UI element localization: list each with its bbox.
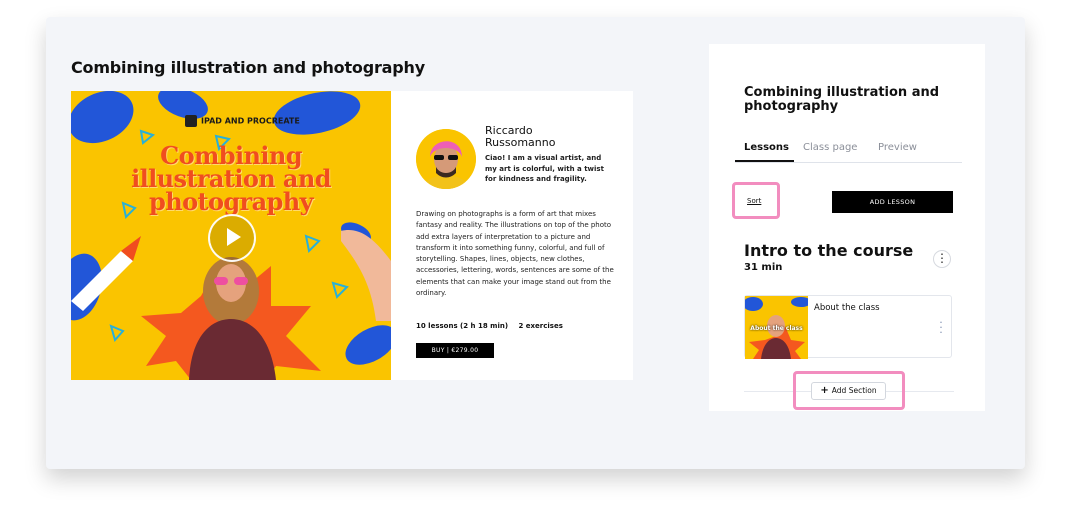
add-section-label: Add Section (831, 386, 877, 395)
page-title: Combining illustration and photography (71, 58, 425, 77)
panel-tabs: Lessons Class page Preview (735, 140, 962, 163)
more-vertical-icon[interactable]: ⋮ (933, 250, 951, 268)
lessons-panel: Combining illustration and photography L… (709, 44, 985, 411)
class-info: Riccardo Russomanno Ciao! I am a visual … (391, 91, 633, 380)
lesson-thumbnail-label: About the class (750, 325, 803, 332)
author-name: Riccardo Russomanno (485, 124, 556, 149)
add-lesson-button[interactable]: ADD LESSON (832, 191, 953, 213)
procreate-logo-icon (185, 115, 197, 127)
lesson-thumbnail: About the class (745, 296, 808, 359)
author-avatar-art (416, 129, 476, 189)
class-stats: 10 lessons (2 h 18 min) 2 exercises (416, 322, 563, 330)
plus-icon: + (820, 385, 829, 396)
class-cover-image: IPAD AND PROCREATE Combining illustratio… (71, 91, 391, 380)
cover-tag: IPAD AND PROCREATE (185, 115, 300, 127)
tab-class-page[interactable]: Class page (803, 142, 857, 153)
cover-title: Combining illustration and photography (131, 141, 331, 216)
author-bio: Ciao! I am a visual artist, and my art i… (485, 154, 604, 183)
section-duration: 31 min (744, 262, 783, 273)
lessons-count: 10 lessons (2 h 18 min) (416, 322, 509, 330)
buy-button[interactable]: BUY | €279.00 (416, 343, 494, 358)
sort-link[interactable]: Sort (747, 197, 761, 205)
author-avatar (416, 129, 476, 189)
lesson-more-icon[interactable]: · · · (938, 317, 944, 338)
exercises-count: 2 exercises (518, 322, 563, 330)
section-title: Intro to the course (744, 241, 914, 260)
panel-title: Combining illustration and photography (744, 85, 940, 114)
cover-tag-label: IPAD AND PROCREATE (201, 116, 300, 126)
tab-preview[interactable]: Preview (878, 142, 917, 153)
add-section-button[interactable]: + Add Section (811, 382, 886, 400)
active-tab-indicator (735, 160, 794, 162)
class-preview-card: IPAD AND PROCREATE Combining illustratio… (71, 91, 633, 380)
lesson-title: About the class (814, 303, 880, 313)
play-icon[interactable] (208, 214, 256, 262)
class-description: Drawing on photographs is a form of art … (416, 210, 614, 298)
lesson-card[interactable]: About the class About the class · · · (744, 295, 952, 359)
tab-lessons[interactable]: Lessons (744, 142, 789, 153)
